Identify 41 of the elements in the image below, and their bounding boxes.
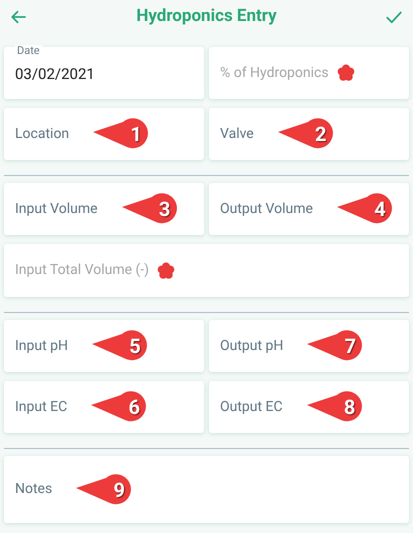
callout-number: 6 (128, 394, 141, 421)
input-field[interactable]: Output pH 7 (209, 320, 409, 372)
required-flower-icon (157, 262, 176, 280)
field-value: 03/02/2021 (15, 64, 95, 85)
field-label: Input EC (15, 398, 68, 416)
input-field[interactable]: Output Volume 4 (209, 183, 409, 235)
required-flower-icon (336, 64, 355, 82)
input-field[interactable]: Output EC 8 (209, 381, 409, 433)
field-label: Output EC (220, 398, 283, 416)
callout-number: 5 (128, 333, 142, 360)
callout-number: 4 (373, 196, 387, 223)
input-field[interactable]: Input pH 5 (4, 320, 204, 372)
callout-pointer (122, 192, 180, 226)
field-label: Input Total Volume (-) (15, 261, 150, 280)
field-label: % of Hydroponics (220, 64, 329, 82)
callout-number: 1 (129, 121, 143, 148)
callout-number: 9 (112, 476, 126, 504)
page-title: Hydroponics Entry (136, 4, 277, 28)
input-field[interactable]: Input EC 6 (4, 381, 204, 433)
field-label: Notes (15, 480, 52, 499)
callout-number: 8 (342, 394, 356, 421)
field-label: Output pH (220, 336, 284, 356)
field-label: Valve (220, 124, 254, 144)
input-field[interactable]: Valve 2 (209, 108, 409, 160)
callout-pointer (306, 390, 365, 424)
field-label: Date (15, 45, 42, 56)
input-field[interactable]: Location 1 (4, 108, 204, 160)
field-label: Output Volume (220, 200, 313, 218)
callout-pointer (336, 192, 395, 226)
field-label: Location (15, 124, 70, 144)
callout-number: 7 (344, 333, 358, 360)
input-field[interactable]: Input Volume 3 (4, 183, 204, 235)
callout-number: 3 (158, 196, 172, 223)
field-label: Input Volume (15, 200, 98, 218)
callout-pointer (278, 117, 336, 151)
input-field[interactable]: Notes 9 (4, 456, 409, 523)
input-field[interactable]: % of Hydroponics (209, 47, 409, 99)
callout-number: 2 (314, 121, 328, 148)
field-label: Input pH (15, 336, 68, 356)
input-field[interactable]: Date 03/02/2021 (4, 47, 204, 99)
input-field[interactable]: Input Total Volume (-) (4, 244, 409, 297)
